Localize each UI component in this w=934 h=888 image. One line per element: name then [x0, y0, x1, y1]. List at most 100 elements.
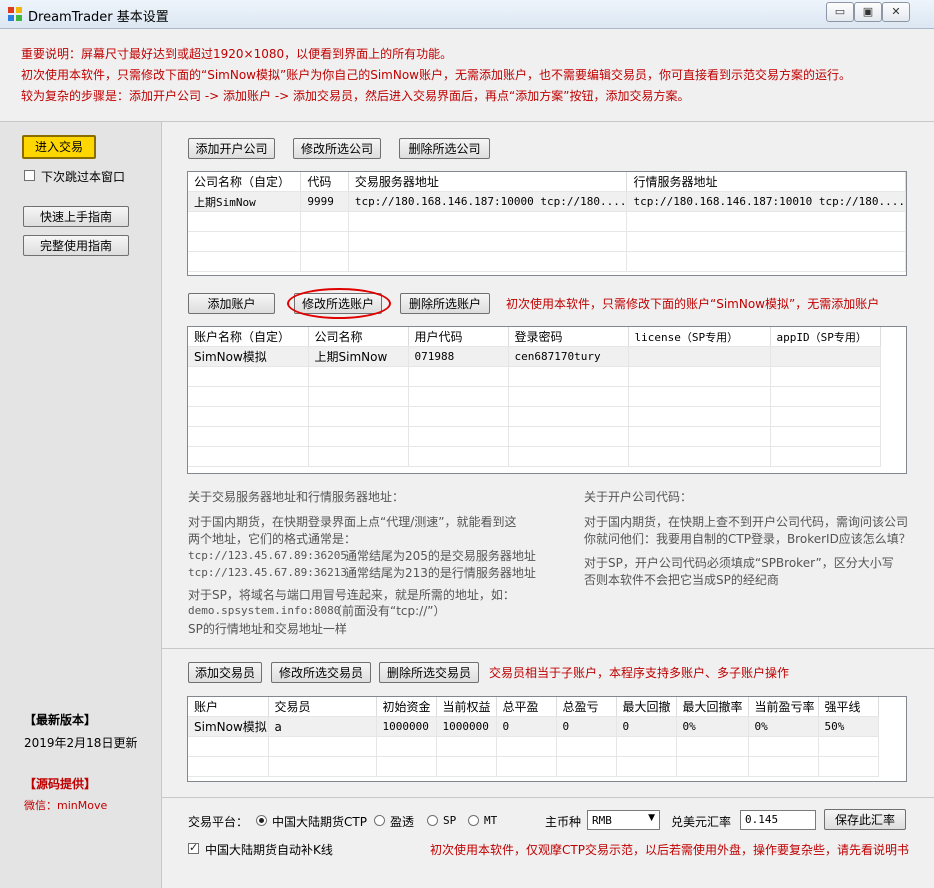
app-icon — [8, 7, 22, 21]
help-company-text: 对于SP，开户公司代码必须填成“SPBroker”，区分大小写 — [584, 556, 894, 570]
column-header[interactable]: 登录密码 — [508, 327, 629, 347]
column-header[interactable]: 当前权益 — [436, 697, 497, 717]
platform-label-mt: MT — [484, 814, 498, 827]
column-header[interactable]: 交易员 — [268, 697, 377, 717]
table-cell: SimNow模拟 — [188, 346, 309, 367]
table-cell: 1000000 — [436, 716, 497, 737]
left-sidebar: 进入交易 下次跳过本窗口 快速上手指南 完整使用指南 【最新版本】 2019年2… — [0, 122, 162, 888]
help-server-title: 关于交易服务器地址和行情服务器地址： — [188, 490, 405, 504]
close-button[interactable]: ✕ — [882, 2, 910, 22]
company-table[interactable]: 公司名称（自定） 代码 交易服务器地址 行情服务器地址 上期SimNow 999… — [187, 171, 907, 276]
help-server-example-desc: 通常结尾为205的是交易服务器地址 — [345, 549, 536, 563]
edit-company-button[interactable]: 修改所选公司 — [293, 138, 381, 159]
column-header[interactable]: 总平盈 — [496, 697, 557, 717]
column-header[interactable]: 行情服务器地址 — [626, 172, 906, 192]
column-header[interactable]: 当前盈亏率 — [748, 697, 819, 717]
restore-icon: ▣ — [862, 5, 874, 18]
add-company-button[interactable]: 添加开户公司 — [188, 138, 275, 159]
edit-trader-button[interactable]: 修改所选交易员 — [271, 662, 371, 683]
save-rate-button[interactable]: 保存此汇率 — [824, 809, 906, 830]
delete-account-button[interactable]: 删除所选账户 — [400, 293, 490, 314]
help-company-title: 关于开户公司代码： — [584, 490, 693, 504]
help-company-text: 对于国内期货，在快期上查不到开户公司代码，需询问该公司 — [584, 515, 909, 529]
minimize-icon: ▭ — [834, 5, 846, 18]
chevron-down-icon: ▼ — [648, 813, 655, 823]
table-row[interactable]: SimNow模拟 a 1000000 1000000 0 0 0 0% 0% 5… — [188, 716, 879, 737]
notice-line-2: 初次使用本软件，只需修改下面的“SimNow模拟”账户为你自己的SimNow账户… — [21, 68, 851, 82]
help-server-example: tcp://123.45.67.89:36205 — [188, 549, 347, 562]
column-header[interactable]: 初始资金 — [376, 697, 437, 717]
notice-line-3: 较为复杂的步骤是：添加开户公司 -> 添加账户 -> 添加交易员，然后进入交易界… — [21, 89, 690, 103]
rate-input[interactable]: 0.145 — [740, 810, 816, 830]
column-header[interactable]: 账户 — [188, 697, 269, 717]
platform-radio-mt[interactable] — [468, 815, 479, 826]
column-header[interactable]: 代码 — [300, 172, 349, 192]
section-divider — [162, 797, 934, 798]
enter-trade-button[interactable]: 进入交易 — [22, 135, 96, 159]
close-icon: ✕ — [891, 5, 901, 18]
help-server-example-desc: （前面没有“tcp://”） — [330, 604, 446, 618]
table-row[interactable]: 上期SimNow 9999 tcp://180.168.146.187:1000… — [188, 191, 906, 212]
column-header[interactable]: 用户代码 — [408, 327, 509, 347]
table-cell: cen687170tury — [508, 346, 629, 367]
help-server-example-desc: 通常结尾为213的是行情服务器地址 — [345, 566, 536, 580]
column-header[interactable]: 公司名称（自定） — [188, 172, 302, 192]
table-cell — [628, 346, 771, 367]
help-server-example: tcp://123.45.67.89:36213 — [188, 566, 347, 579]
notice-panel: 重要说明：屏幕尺寸最好达到或超过1920×1080，以便看到界面上的所有功能。 … — [0, 29, 934, 122]
platform-label: 交易平台： — [188, 815, 249, 829]
column-header[interactable]: 公司名称 — [308, 327, 409, 347]
minimize-button[interactable]: ▭ — [826, 2, 854, 22]
column-header[interactable]: 交易服务器地址 — [348, 172, 628, 192]
table-header: 账户名称（自定） 公司名称 用户代码 登录密码 license（SP专用） ap… — [188, 327, 881, 347]
platform-radio-ib[interactable] — [374, 815, 385, 826]
table-cell: a — [268, 716, 377, 737]
table-cell: 上期SimNow — [308, 346, 409, 367]
bottom-tip: 初次使用本软件，仅观摩CTP交易示范，以后若需使用外盘，操作要复杂些，请先看说明… — [430, 843, 909, 857]
column-header[interactable]: 最大回撤率 — [676, 697, 749, 717]
column-header[interactable]: appID（SP专用） — [770, 327, 881, 347]
table-cell: tcp://180.168.146.187:10000 tcp://180...… — [348, 191, 628, 212]
help-company-text: 你就问他们：我要用自制的CTP登录，BrokerID应该怎么填？ — [584, 532, 911, 546]
column-header[interactable]: 最大回撤 — [616, 697, 677, 717]
platform-radio-sp[interactable] — [427, 815, 438, 826]
quick-guide-button[interactable]: 快速上手指南 — [23, 206, 129, 227]
platform-radio-ctp[interactable] — [256, 815, 267, 826]
title-bar: DreamTrader 基本设置 ▭ ▣ ✕ — [0, 0, 934, 29]
table-cell: SimNow模拟 — [188, 716, 269, 737]
add-account-button[interactable]: 添加账户 — [188, 293, 275, 314]
column-header[interactable]: license（SP专用） — [628, 327, 771, 347]
full-guide-button[interactable]: 完整使用指南 — [23, 235, 129, 256]
help-server-text: SP的行情地址和交易地址一样 — [188, 622, 347, 636]
auto-kline-checkbox[interactable] — [188, 841, 199, 854]
help-server-text: 对于国内期货，在快期登录界面上点“代理/测速”，就能看到这 — [188, 515, 517, 529]
trader-table[interactable]: 账户 交易员 初始资金 当前权益 总平盈 总盈亏 最大回撤 最大回撤率 当前盈亏… — [187, 696, 907, 782]
account-table[interactable]: 账户名称（自定） 公司名称 用户代码 登录密码 license（SP专用） ap… — [187, 326, 907, 474]
currency-label: 主币种 — [545, 815, 582, 829]
column-header[interactable]: 总盈亏 — [556, 697, 617, 717]
table-cell: 0% — [748, 716, 819, 737]
delete-trader-button[interactable]: 删除所选交易员 — [379, 662, 479, 683]
add-trader-button[interactable]: 添加交易员 — [188, 662, 262, 683]
help-server-text: 两个地址，它们的格式通常是： — [188, 532, 357, 546]
table-cell: 071988 — [408, 346, 509, 367]
table-cell — [770, 346, 881, 367]
currency-select[interactable]: RMB ▼ — [587, 810, 660, 830]
table-row[interactable]: SimNow模拟 上期SimNow 071988 cen687170tury — [188, 346, 881, 367]
window-title: DreamTrader 基本设置 — [28, 10, 169, 25]
help-company-text: 否则本软件不会把它当成SP的经纪商 — [584, 573, 779, 587]
trader-tip: 交易员相当于子账户，本程序支持多账户、多子账户操作 — [489, 666, 790, 680]
restore-button[interactable]: ▣ — [854, 2, 882, 22]
table-header: 公司名称（自定） 代码 交易服务器地址 行情服务器地址 — [188, 172, 906, 192]
delete-company-button[interactable]: 删除所选公司 — [399, 138, 490, 159]
skip-window-label: 下次跳过本窗口 — [41, 170, 126, 184]
platform-label-sp: SP — [443, 814, 457, 827]
wechat-contact: 微信：minMove — [24, 799, 108, 812]
section-divider — [162, 648, 934, 649]
skip-window-checkbox[interactable] — [24, 170, 35, 181]
column-header[interactable]: 账户名称（自定） — [188, 327, 309, 347]
table-cell: 0 — [616, 716, 677, 737]
account-tip: 初次使用本软件，只需修改下面的账户“SimNow模拟”，无需添加账户 — [506, 297, 880, 311]
column-header[interactable]: 强平线 — [818, 697, 879, 717]
latest-version-date: 2019年2月18日更新 — [24, 736, 138, 750]
